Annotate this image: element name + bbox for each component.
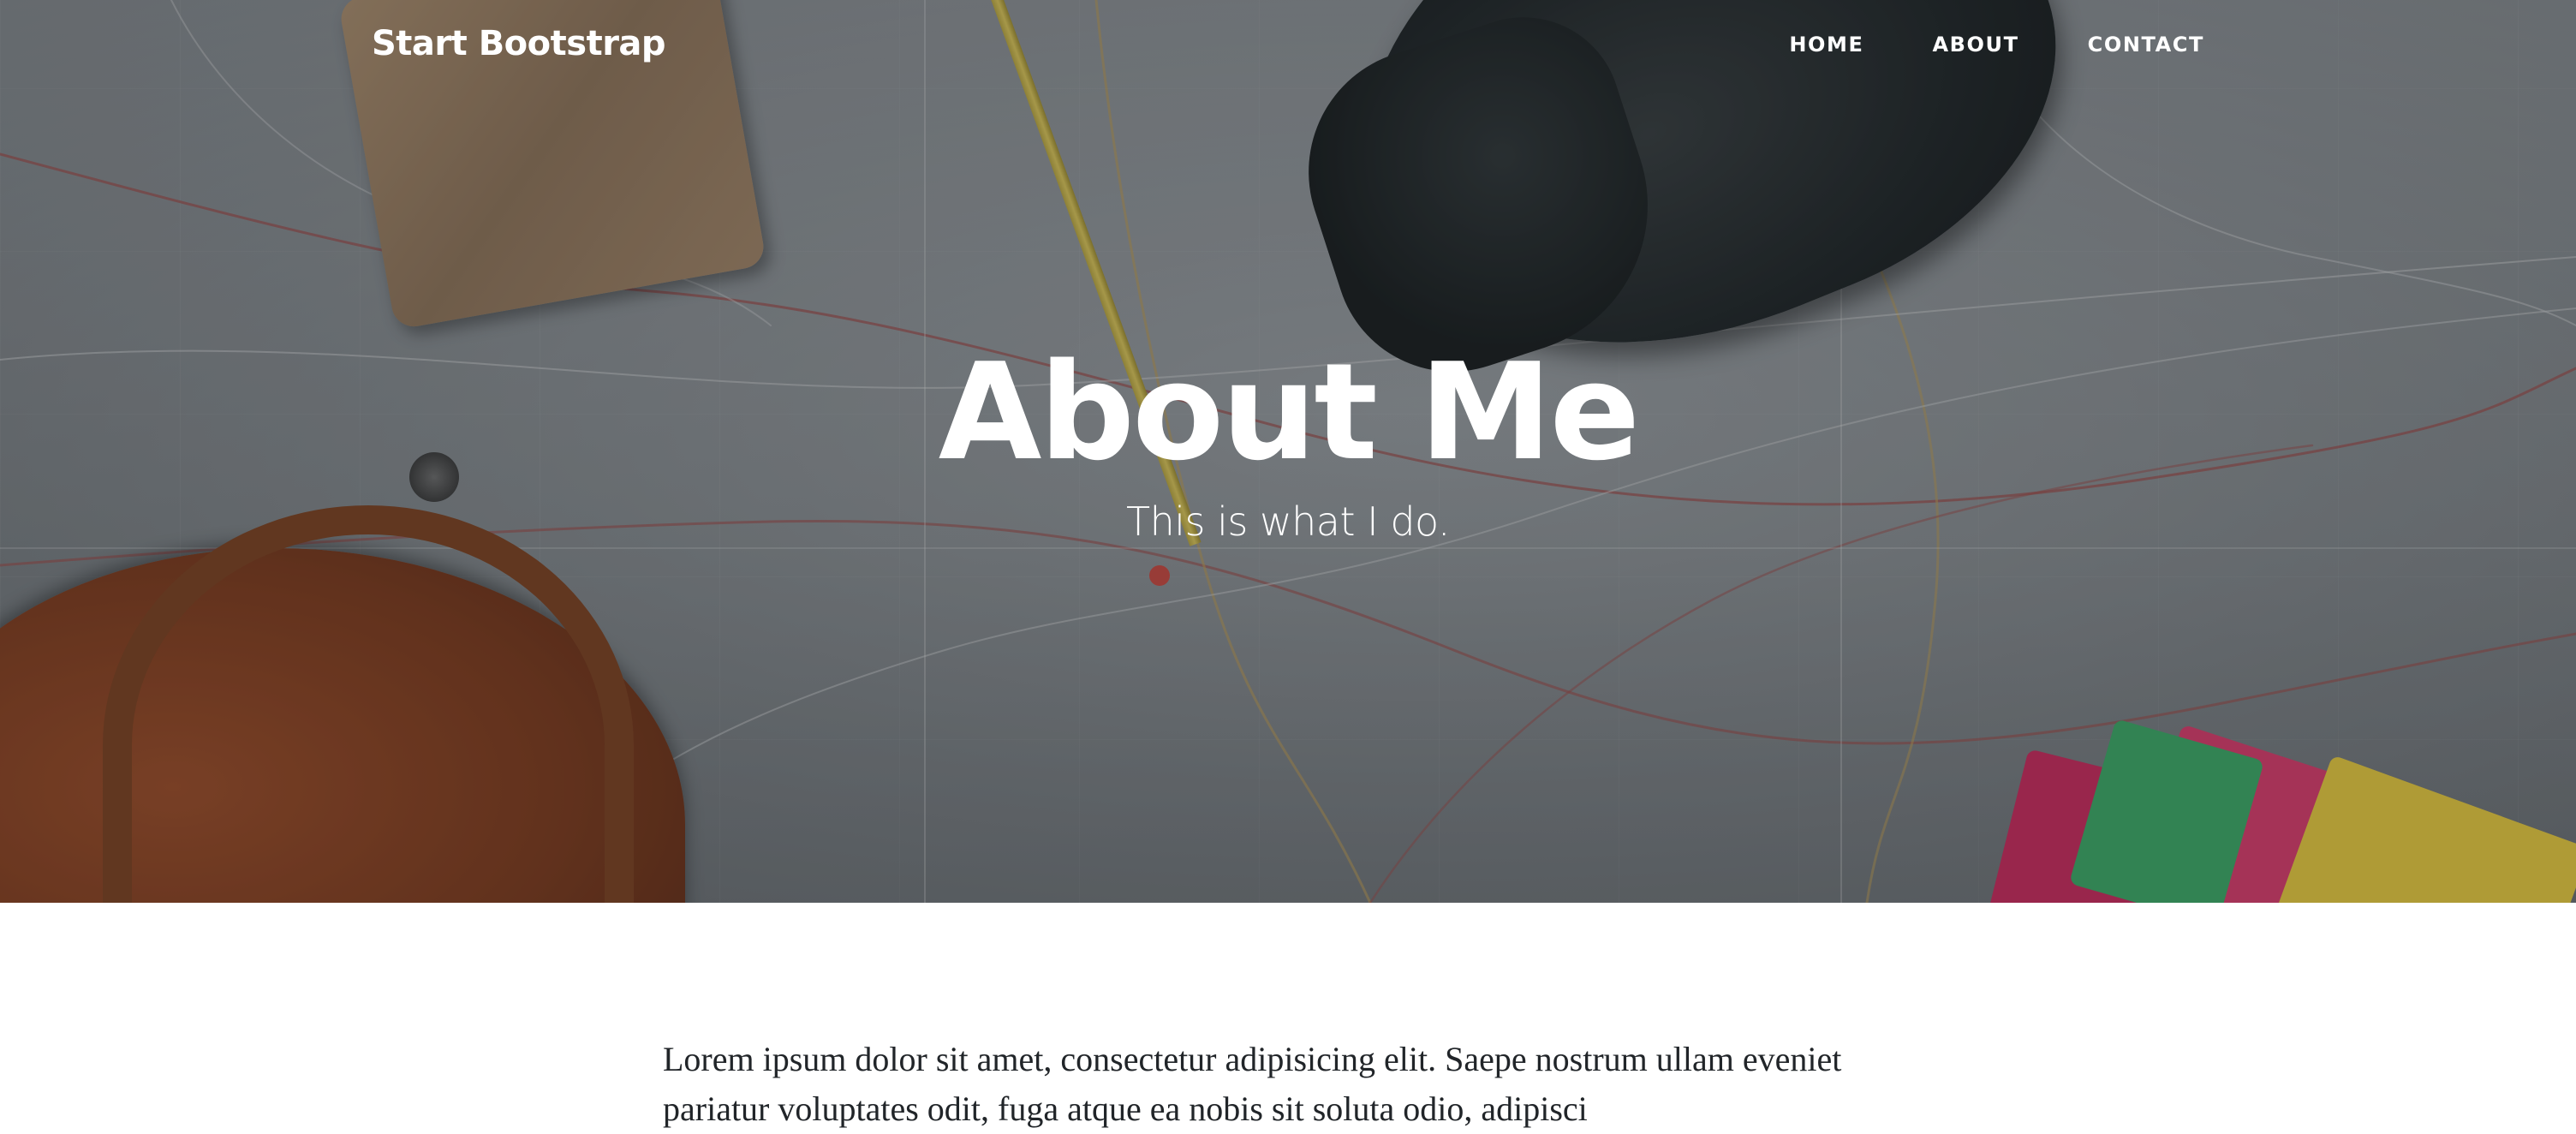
masthead: About Me This is what I do.	[0, 0, 2576, 903]
nav-link-home[interactable]: HOME	[1755, 33, 1898, 57]
brand-link[interactable]: Start Bootstrap	[372, 24, 666, 63]
main-content: Lorem ipsum dolor sit amet, consectetur …	[663, 1035, 1913, 1134]
nav-link-contact[interactable]: CONTACT	[2054, 33, 2204, 57]
page-subtitle: This is what I do.	[1126, 498, 1450, 545]
page-heading: About Me This is what I do.	[0, 334, 2576, 545]
page-title: About Me	[938, 334, 1641, 490]
content-paragraph: Lorem ipsum dolor sit amet, consectetur …	[663, 1040, 1842, 1128]
nav-links: HOME ABOUT CONTACT	[1755, 33, 2204, 57]
navbar: Start Bootstrap HOME ABOUT CONTACT	[0, 0, 2576, 94]
nav-link-about[interactable]: ABOUT	[1898, 33, 2053, 57]
